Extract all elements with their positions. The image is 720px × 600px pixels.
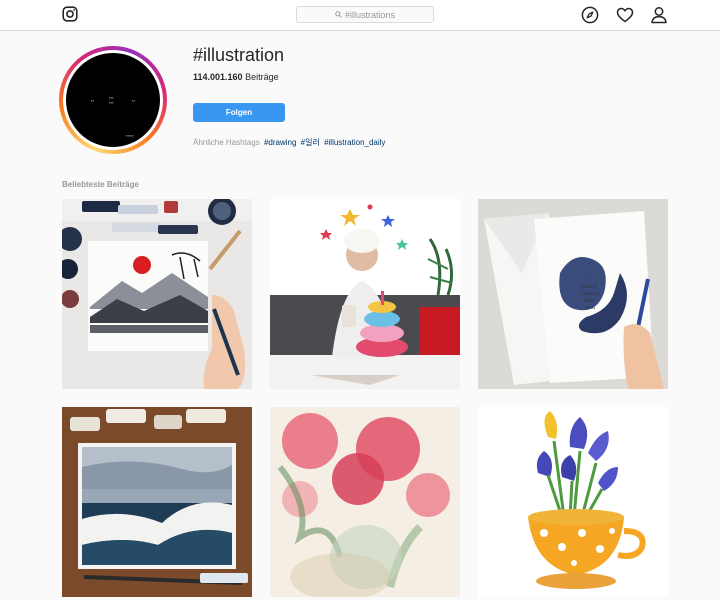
section-title: Beliebteste Beiträge (62, 180, 139, 189)
profile-icon[interactable] (650, 6, 668, 24)
follow-button[interactable]: Folgen (193, 103, 285, 122)
post-count: 114.001.160 Beiträge (193, 72, 279, 82)
svg-text:I: I (588, 277, 590, 283)
search-box[interactable]: #illustrations (296, 6, 434, 23)
instagram-logo-icon[interactable] (62, 6, 78, 22)
compass-icon[interactable] (581, 6, 599, 24)
svg-text:you: you (585, 305, 596, 311)
svg-text:always: always (582, 291, 600, 297)
post-girl-with-cake[interactable] (270, 199, 460, 389)
related-hashtags-label: Ähnliche Hashtags (193, 138, 260, 147)
avatar-image: ▪▪ ▪▪▪ ▪▪▪ ▪▪ ▪▪▪▪▪ (66, 53, 160, 147)
post-watercolor-landscape[interactable] (62, 199, 252, 389)
post-image (478, 407, 668, 597)
post-count-value: 114.001.160 (193, 72, 243, 82)
top-navigation-bar: #illustrations (0, 0, 720, 31)
svg-text:love: love (584, 298, 594, 304)
search-input[interactable]: #illustrations (345, 10, 395, 20)
heart-icon[interactable] (616, 6, 634, 24)
post-whale-card[interactable]: I whale always love you (478, 199, 668, 389)
post-image: I whale always love you (478, 199, 668, 389)
related-tag-korean[interactable]: #일러 (301, 138, 320, 147)
svg-text:whale: whale (582, 284, 597, 290)
post-image (270, 407, 460, 597)
page-title: #illustration (193, 45, 285, 65)
post-image (270, 199, 460, 389)
related-tag-drawing[interactable]: #drawing (264, 138, 296, 147)
post-watercolor-flowers[interactable] (270, 407, 460, 597)
related-hashtags: Ähnliche Hashtags #drawing #일러 #illustra… (193, 137, 385, 148)
hashtag-avatar: ▪▪ ▪▪▪ ▪▪▪ ▪▪ ▪▪▪▪▪ (59, 46, 167, 154)
post-ocean-wave-painting[interactable] (62, 407, 252, 597)
search-icon (335, 11, 342, 18)
post-crocus-teacup[interactable] (478, 407, 668, 597)
post-image (62, 407, 252, 597)
post-image (62, 199, 252, 389)
related-tag-illustration-daily[interactable]: #illustration_daily (324, 138, 385, 147)
post-count-label: Beiträge (245, 72, 279, 82)
